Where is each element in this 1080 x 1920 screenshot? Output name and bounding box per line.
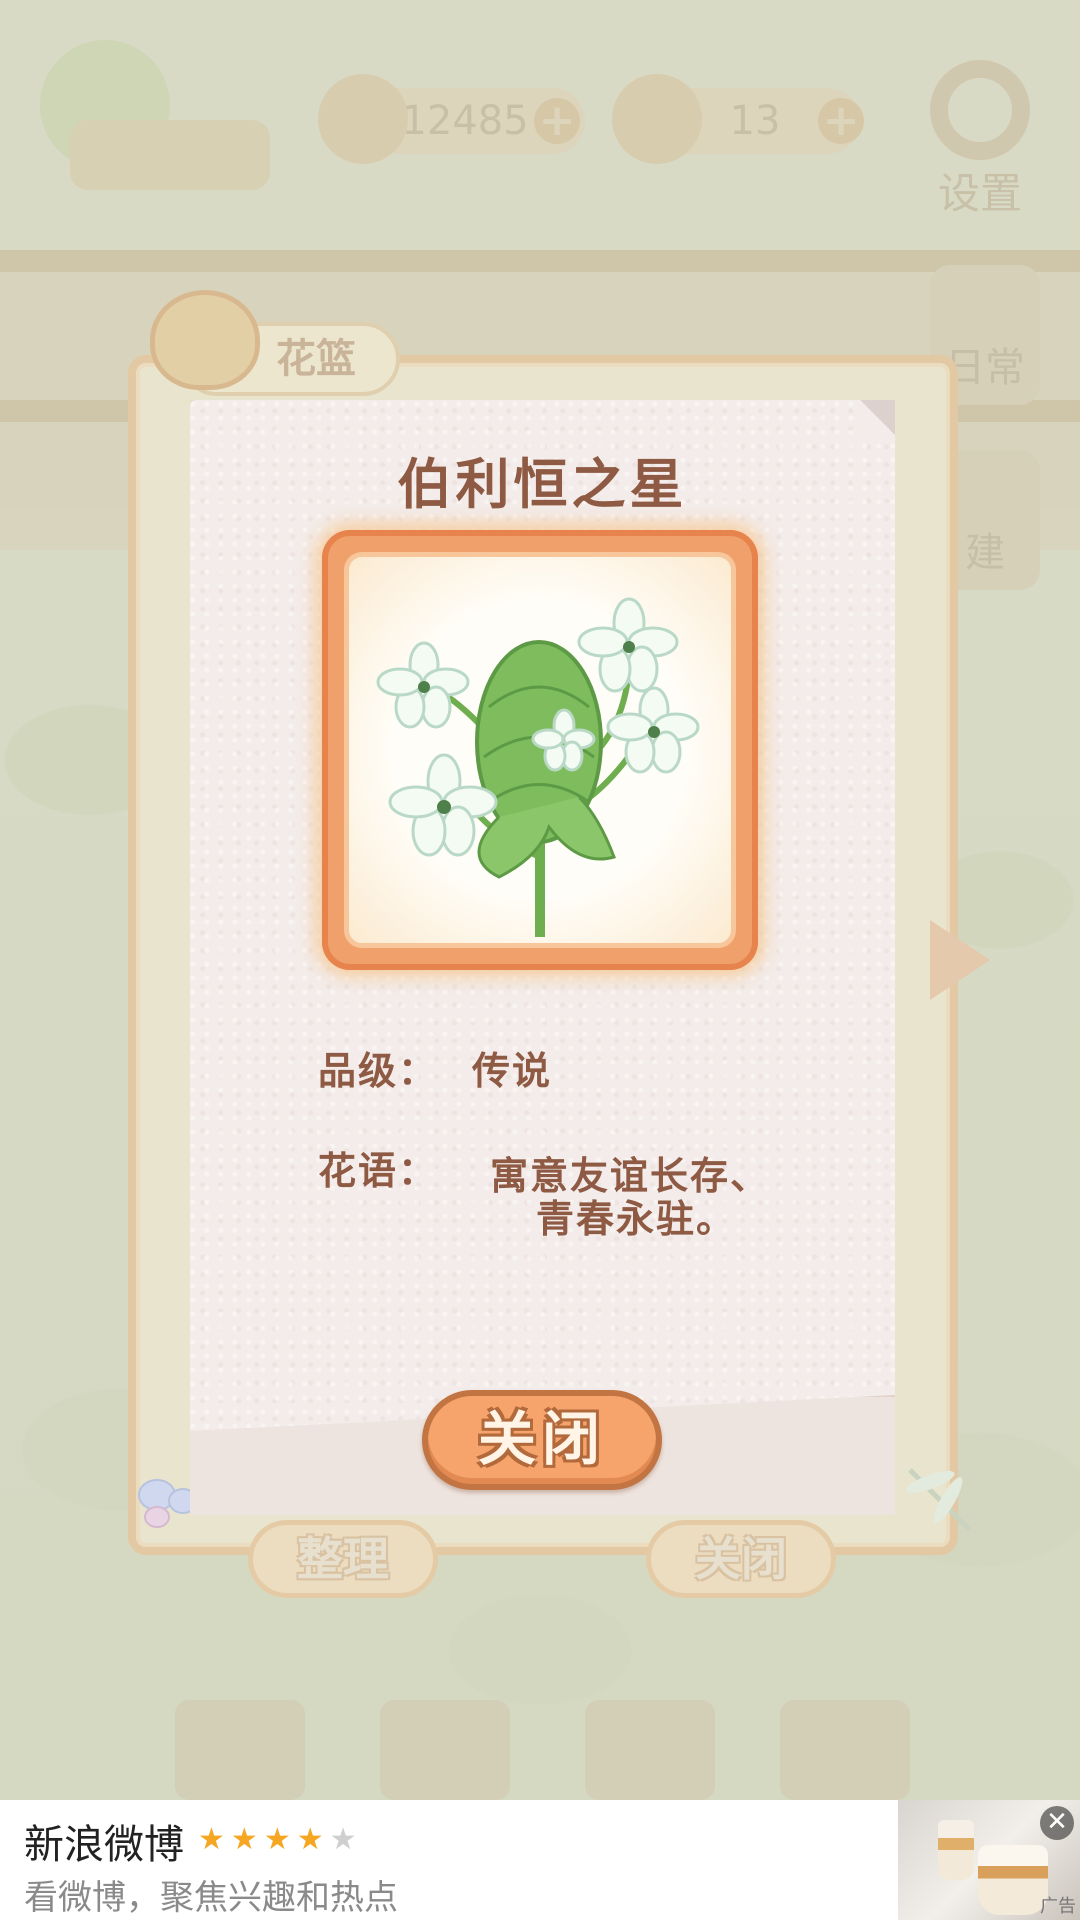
basket-tab-label: 花篮 [276,336,356,382]
ad-rating-stars: ★★★★★ [198,1822,363,1857]
gear-icon [930,60,1030,160]
flower-language-line2: 青春永驻。 [536,1197,737,1241]
grade-label: 品级： [318,1049,439,1093]
close-button-label: 关闭 [477,1405,606,1473]
ad-tag: 广告 [1040,1896,1076,1917]
dragonfly-icon [905,1468,972,1532]
cheese-icon [612,74,702,164]
paper-fold-corner [860,400,895,435]
flower-language-label: 花语： [318,1149,439,1193]
panel-close-button[interactable]: 关闭 [646,1520,836,1598]
star-icon: ★ [230,1822,264,1857]
organize-label: 整理 [297,1532,389,1586]
flower-name-title: 伯利恒之星 [397,453,688,516]
flower-image-area [344,552,736,948]
ad-banner[interactable]: 新浪微博 ★★★★★ 看微博，聚焦兴趣和热点 ✕ 广告 [0,1800,1080,1920]
star-of-bethlehem-flower-image [376,597,700,937]
star-icon: ★ [198,1822,231,1857]
star-empty-icon: ★ [329,1822,363,1857]
fish-bone-icon [318,74,408,164]
build-label: 建 [965,530,1005,576]
ad-app-name: 新浪微博 [24,1822,184,1868]
dock-item-cart[interactable] [175,1700,305,1800]
organize-button[interactable]: 整理 [248,1520,438,1598]
close-icon[interactable]: ✕ [1040,1806,1074,1840]
next-page-arrow-icon[interactable] [930,920,990,1000]
dock-item-trophy[interactable] [780,1700,910,1800]
settings-label: 设置 [937,169,1022,218]
settings-button[interactable]: 设置 [920,60,1040,218]
dessert-cup-image [938,1820,974,1880]
game-logo [40,40,270,190]
ad-subtitle: 看微博，聚焦兴趣和热点 [24,1878,398,1918]
basket-icon [150,290,260,390]
fish-count: 12485 [401,98,529,144]
dock-item-stall[interactable] [380,1700,510,1800]
dessert-cup-image [978,1845,1048,1915]
panel-close-label: 关闭 [695,1532,787,1586]
logo-banner [70,120,270,190]
grade-value: 传说 [472,1049,553,1093]
close-button[interactable]: 关闭 [422,1390,662,1490]
cheese-count: 13 [729,98,781,144]
flower-image-frame [322,530,758,970]
add-fish-button[interactable]: + [534,98,580,144]
star-icon: ★ [263,1822,297,1857]
add-cheese-button[interactable]: + [818,98,864,144]
star-icon: ★ [296,1822,330,1857]
dock-item-basket[interactable] [585,1700,715,1800]
